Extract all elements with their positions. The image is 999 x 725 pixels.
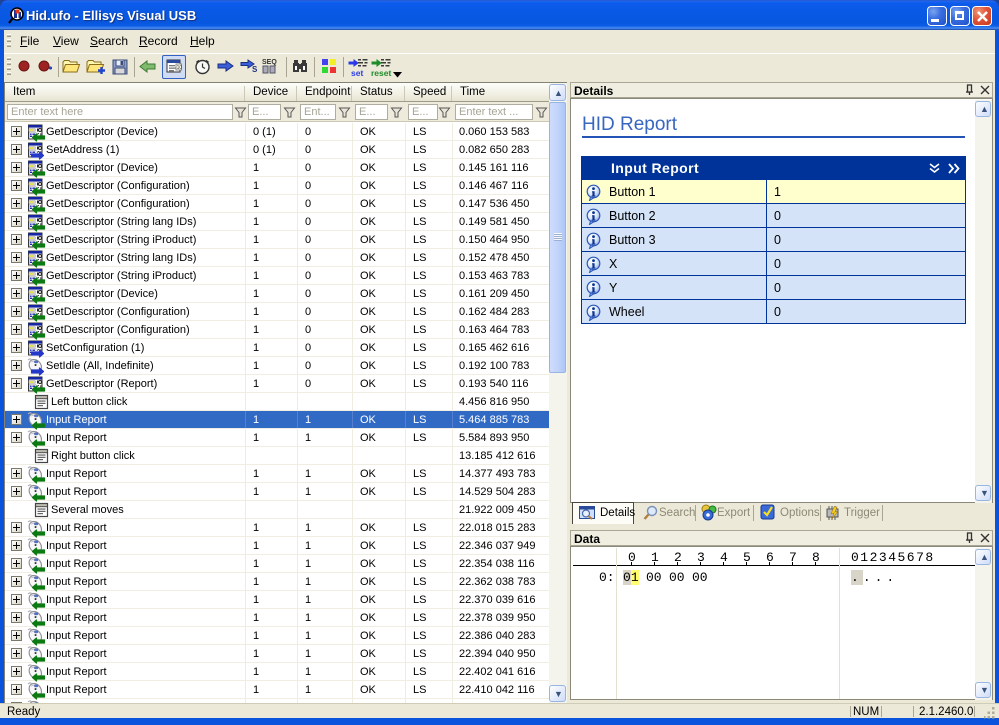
svg-text:set: set [351, 68, 363, 78]
svg-text:10: 10 [177, 65, 183, 71]
svg-text:SEQ: SEQ [262, 59, 277, 66]
svg-text:S: S [252, 65, 258, 74]
svg-text:reset: reset [371, 68, 391, 78]
